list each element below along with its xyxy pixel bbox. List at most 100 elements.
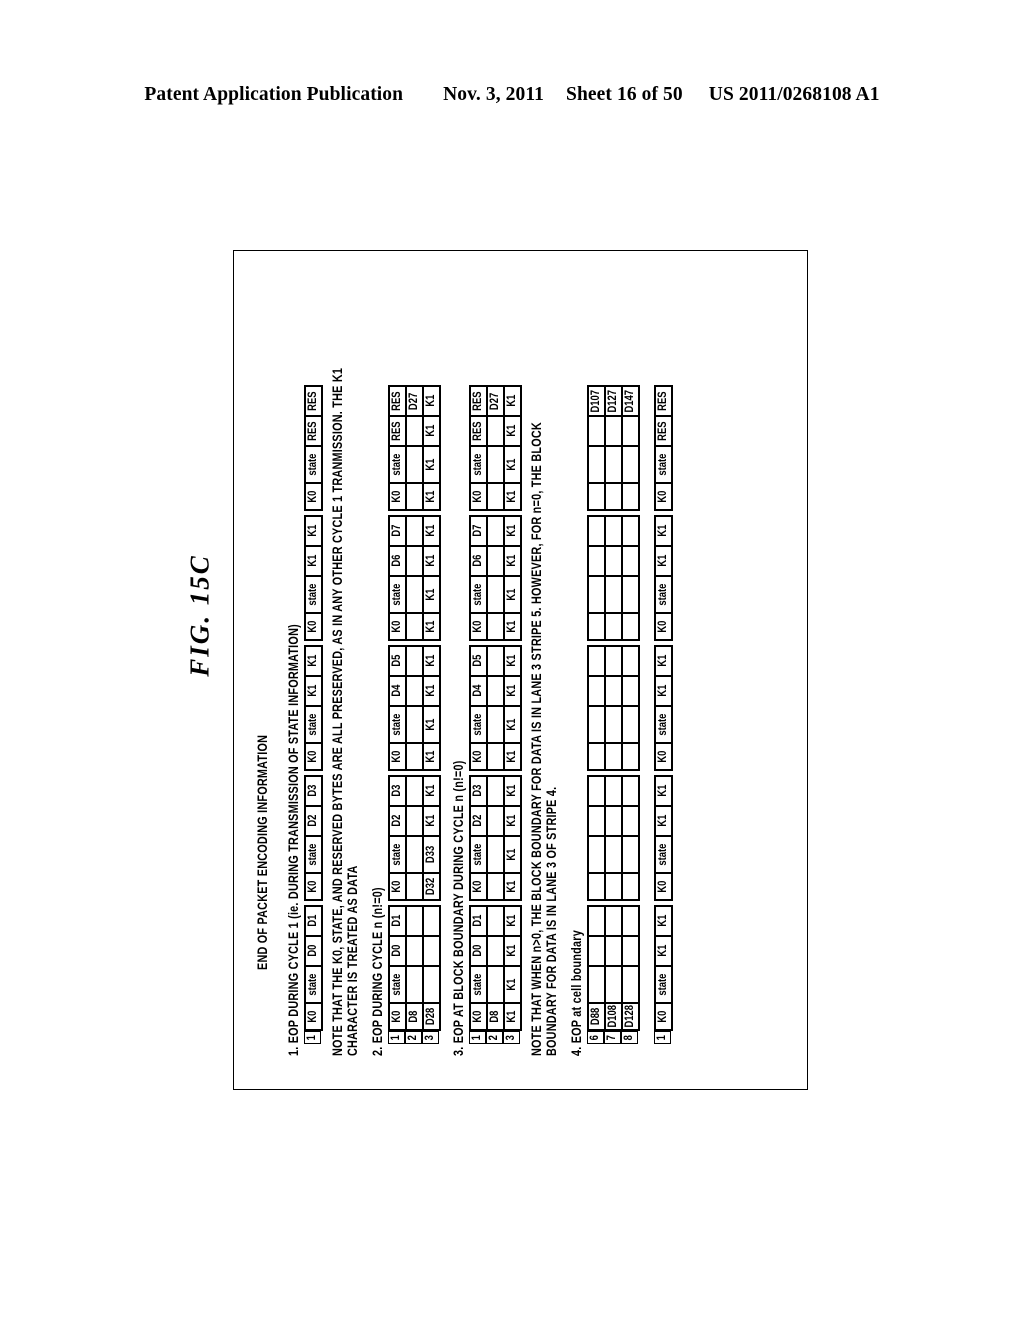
packet-cell-empty	[588, 936, 605, 966]
packet-cell: state	[470, 836, 487, 873]
packet-cell-empty	[605, 483, 622, 510]
packet-cell: D2	[389, 806, 406, 836]
packet-cell: state	[655, 706, 672, 743]
table-row	[622, 776, 639, 900]
table-row: K0 state D2 D3	[470, 776, 487, 900]
packet-cell-empty	[622, 613, 639, 640]
packet-cell-empty	[622, 873, 639, 900]
table-row: K0 state D6 D7	[470, 516, 487, 640]
packet-group: K0 state K1 K1	[304, 645, 323, 771]
packet-cell-empty	[588, 576, 605, 613]
table-row: D147	[622, 386, 639, 510]
packet-cell: D8	[487, 1003, 504, 1030]
table-row: K0 state K1 K1	[655, 776, 672, 900]
packet-cell: K1	[655, 646, 672, 676]
packet-cell: K1	[504, 966, 521, 1003]
packet-cell-empty	[588, 483, 605, 510]
header-publication: Patent Application Publication	[144, 84, 404, 105]
table-row	[605, 646, 622, 770]
table-row: K1 K1 K1 K1	[504, 906, 521, 1030]
packet-cell-empty	[622, 706, 639, 743]
packet-cell: K0	[655, 873, 672, 900]
packet-cell-empty	[406, 483, 423, 510]
packet-cell: K1	[504, 613, 521, 640]
packet-cell-empty	[588, 706, 605, 743]
section-4-table-host: 6 7 8 D88 D108 D128 D107 D127 D147	[587, 280, 640, 1044]
packet-cell-empty	[622, 576, 639, 613]
table-row	[487, 516, 504, 640]
packet-cell: K0	[305, 1003, 322, 1030]
packet-table: 1 K0 state K1 K1 K0 state K1 K1 K0 state K1 K1 K0 stat…	[654, 280, 673, 1044]
table-row: D27	[487, 386, 504, 510]
packet-group: K0 state D2 D3	[304, 775, 323, 901]
packet-cell-empty	[622, 906, 639, 936]
table-row: K0 state D2 D3	[305, 776, 322, 900]
figure-title: END OF PACKET ENCODING INFORMATION	[255, 734, 270, 970]
packet-cell: K1	[423, 806, 440, 836]
packet-cell: D107	[588, 386, 605, 416]
row-index-column: 1	[654, 1031, 671, 1044]
table-row	[622, 516, 639, 640]
table-row: K0 state D4 D5	[389, 646, 406, 770]
packet-cell-empty	[605, 936, 622, 966]
packet-cell: K1	[423, 546, 440, 576]
packet-cell: K1	[655, 776, 672, 806]
packet-group	[587, 775, 640, 901]
packet-cell-empty	[605, 546, 622, 576]
packet-cell: D7	[389, 516, 406, 546]
packet-cell-empty	[487, 776, 504, 806]
packet-cell-empty	[487, 806, 504, 836]
packet-cell: K1	[423, 516, 440, 546]
row-index-cell: 3	[422, 1031, 439, 1044]
packet-cell: D108	[605, 1003, 622, 1030]
packet-cell-empty	[423, 906, 440, 936]
packet-cell-empty	[588, 966, 605, 1003]
packet-cell: state	[305, 706, 322, 743]
section-3-note-line-2: BOUNDARY FOR DATA IS IN LANE 3 OF STRIPE…	[544, 786, 559, 1056]
section-2: 2. EOP DURING CYCLE n (n!=0) 1 2 3 K0 state D…	[370, 280, 441, 1056]
packet-cell: D27	[406, 386, 423, 416]
packet-cell: K0	[470, 1003, 487, 1030]
packet-cell-empty	[588, 776, 605, 806]
table-row: K0 state D0 D1	[305, 906, 322, 1030]
packet-cell-empty	[487, 906, 504, 936]
packet-group: K0 state D4 D5 K1 K1 K1 K1	[388, 645, 441, 771]
row-index-cell: 6	[587, 1031, 604, 1044]
packet-cell: D33	[423, 836, 440, 873]
packet-cell: K0	[305, 483, 322, 510]
packet-cell: K1	[504, 806, 521, 836]
packet-cell: K1	[504, 446, 521, 483]
packet-cell: K1	[504, 836, 521, 873]
packet-cell-empty	[622, 966, 639, 1003]
table-row: D128	[622, 906, 639, 1030]
packet-cell: RES	[305, 386, 322, 416]
packet-cell: K1	[504, 776, 521, 806]
packet-cell: K1	[504, 706, 521, 743]
row-index-cell: 3	[503, 1031, 520, 1044]
packet-cell: D32	[423, 873, 440, 900]
packet-cell-empty	[487, 446, 504, 483]
packet-cell: K0	[655, 743, 672, 770]
section-3-note: NOTE THAT WHEN n>0, THE BLOCK BOUNDARY F…	[529, 422, 559, 1056]
packet-cell-empty	[605, 576, 622, 613]
section-3-heading: 3. EOP AT BLOCK BOUNDARY DURING CYCLE n …	[451, 760, 466, 1056]
packet-cell-empty	[487, 676, 504, 706]
section-2-heading: 2. EOP DURING CYCLE n (n!=0)	[370, 887, 385, 1056]
packet-cell: RES	[655, 386, 672, 416]
packet-cell-empty	[487, 516, 504, 546]
packet-cell: K1	[504, 546, 521, 576]
table-row: K0 state K1 K1	[305, 646, 322, 770]
table-row: K1 K1 K1 K1	[423, 386, 440, 510]
table-row: D27	[406, 386, 423, 510]
packet-cell: K0	[655, 1003, 672, 1030]
packet-cell-empty	[605, 416, 622, 446]
packet-cell-empty	[588, 676, 605, 706]
packet-group: K0 state D0 D1 D8 K1 K1 K1 K1	[469, 905, 522, 1031]
packet-cell: D27	[487, 386, 504, 416]
packet-group	[587, 515, 640, 641]
packet-group: K0 state D4 D5 K1 K1 K1 K1	[469, 645, 522, 771]
packet-cell: K0	[470, 743, 487, 770]
packet-cell: D128	[622, 1003, 639, 1030]
table-row	[487, 776, 504, 900]
packet-cell-empty	[588, 743, 605, 770]
